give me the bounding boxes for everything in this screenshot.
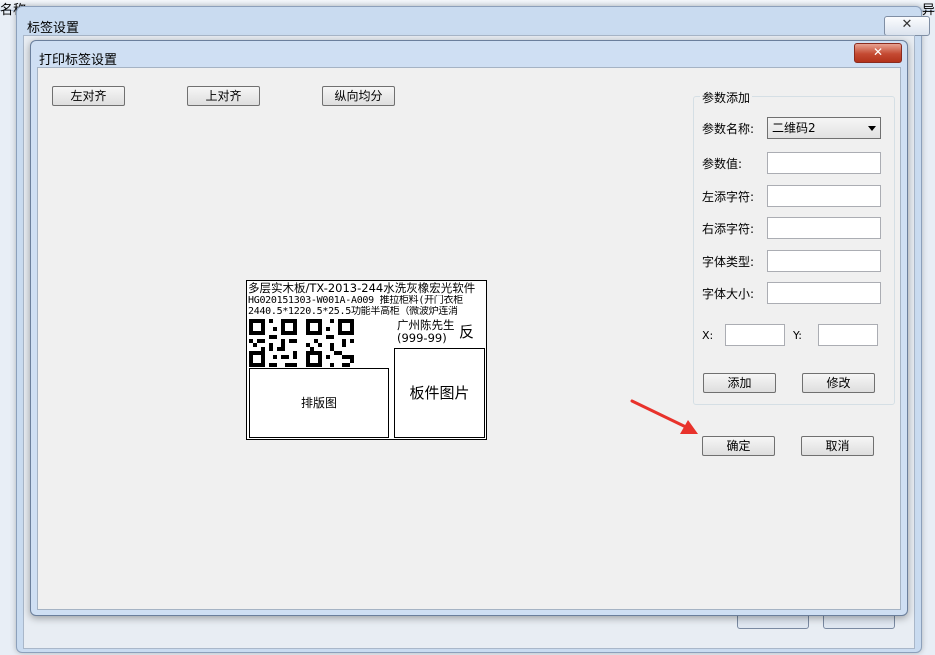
red-arrow-annotation-icon xyxy=(630,399,698,434)
y-input[interactable] xyxy=(818,324,878,346)
label-side: 反 xyxy=(459,323,475,341)
add-button[interactable]: 添加 xyxy=(703,373,776,393)
param-name-select[interactable]: 二维码2 xyxy=(767,117,881,139)
y-label: Y: xyxy=(793,329,802,342)
outer-close-button[interactable]: ✕ xyxy=(884,16,930,36)
right-char-input[interactable] xyxy=(767,217,881,239)
left-align-button[interactable]: 左对齐 xyxy=(52,86,125,106)
label-line-3: 2440.5*1220.5*25.5功能半高柜（微波炉连消 xyxy=(248,306,458,317)
x-input[interactable] xyxy=(725,324,785,346)
ok-button[interactable]: 确定 xyxy=(702,436,775,456)
outer-window-title: 标签设置 xyxy=(27,21,80,36)
label-preview[interactable]: 多层实木板/TX-2013-244水洗灰橡宏光软件 HG020151303-W0… xyxy=(246,280,487,440)
left-char-input[interactable] xyxy=(767,185,881,207)
label-code: (999-99) xyxy=(397,332,447,345)
param-value-input[interactable] xyxy=(767,152,881,174)
print-label-settings-dialog: 打印标签设置 ✕ 左对齐 上对齐 纵向均分 多层实木板/TX-2013-244水… xyxy=(30,40,908,616)
param-value-label: 参数值: xyxy=(702,157,743,171)
layout-image-box[interactable]: 排版图 xyxy=(249,368,389,438)
qr-code-2-icon xyxy=(306,319,354,367)
param-add-group: 参数添加 参数名称: 二维码2 参数值: 左添字符: 右添字符: 字体类型: 字… xyxy=(693,89,895,405)
top-align-button[interactable]: 上对齐 xyxy=(187,86,260,106)
x-label: X: xyxy=(702,329,714,342)
panel-image-box[interactable]: 板件图片 xyxy=(394,348,485,438)
font-size-label: 字体大小: xyxy=(702,287,755,301)
param-name-label: 参数名称: xyxy=(702,122,755,136)
label-customer: 广州陈先生 xyxy=(397,319,455,332)
dialog-title: 打印标签设置 xyxy=(39,53,118,68)
qr-code-1-icon xyxy=(249,319,297,367)
vertical-distribute-button[interactable]: 纵向均分 xyxy=(322,86,395,106)
param-name-value: 二维码2 xyxy=(772,121,816,135)
dialog-body: 左对齐 上对齐 纵向均分 多层实木板/TX-2013-244水洗灰橡宏光软件 H… xyxy=(37,67,901,610)
font-type-input[interactable] xyxy=(767,250,881,272)
chevron-down-icon xyxy=(868,126,876,131)
left-char-label: 左添字符: xyxy=(702,190,755,204)
right-char-label: 右添字符: xyxy=(702,222,755,236)
modify-button[interactable]: 修改 xyxy=(802,373,875,393)
param-add-legend: 参数添加 xyxy=(700,89,753,106)
font-size-input[interactable] xyxy=(767,282,881,304)
cancel-button[interactable]: 取消 xyxy=(801,436,874,456)
font-type-label: 字体类型: xyxy=(702,255,755,269)
label-line-1: 多层实木板/TX-2013-244水洗灰橡宏光软件 xyxy=(248,282,476,294)
dialog-close-button[interactable]: ✕ xyxy=(854,43,902,63)
